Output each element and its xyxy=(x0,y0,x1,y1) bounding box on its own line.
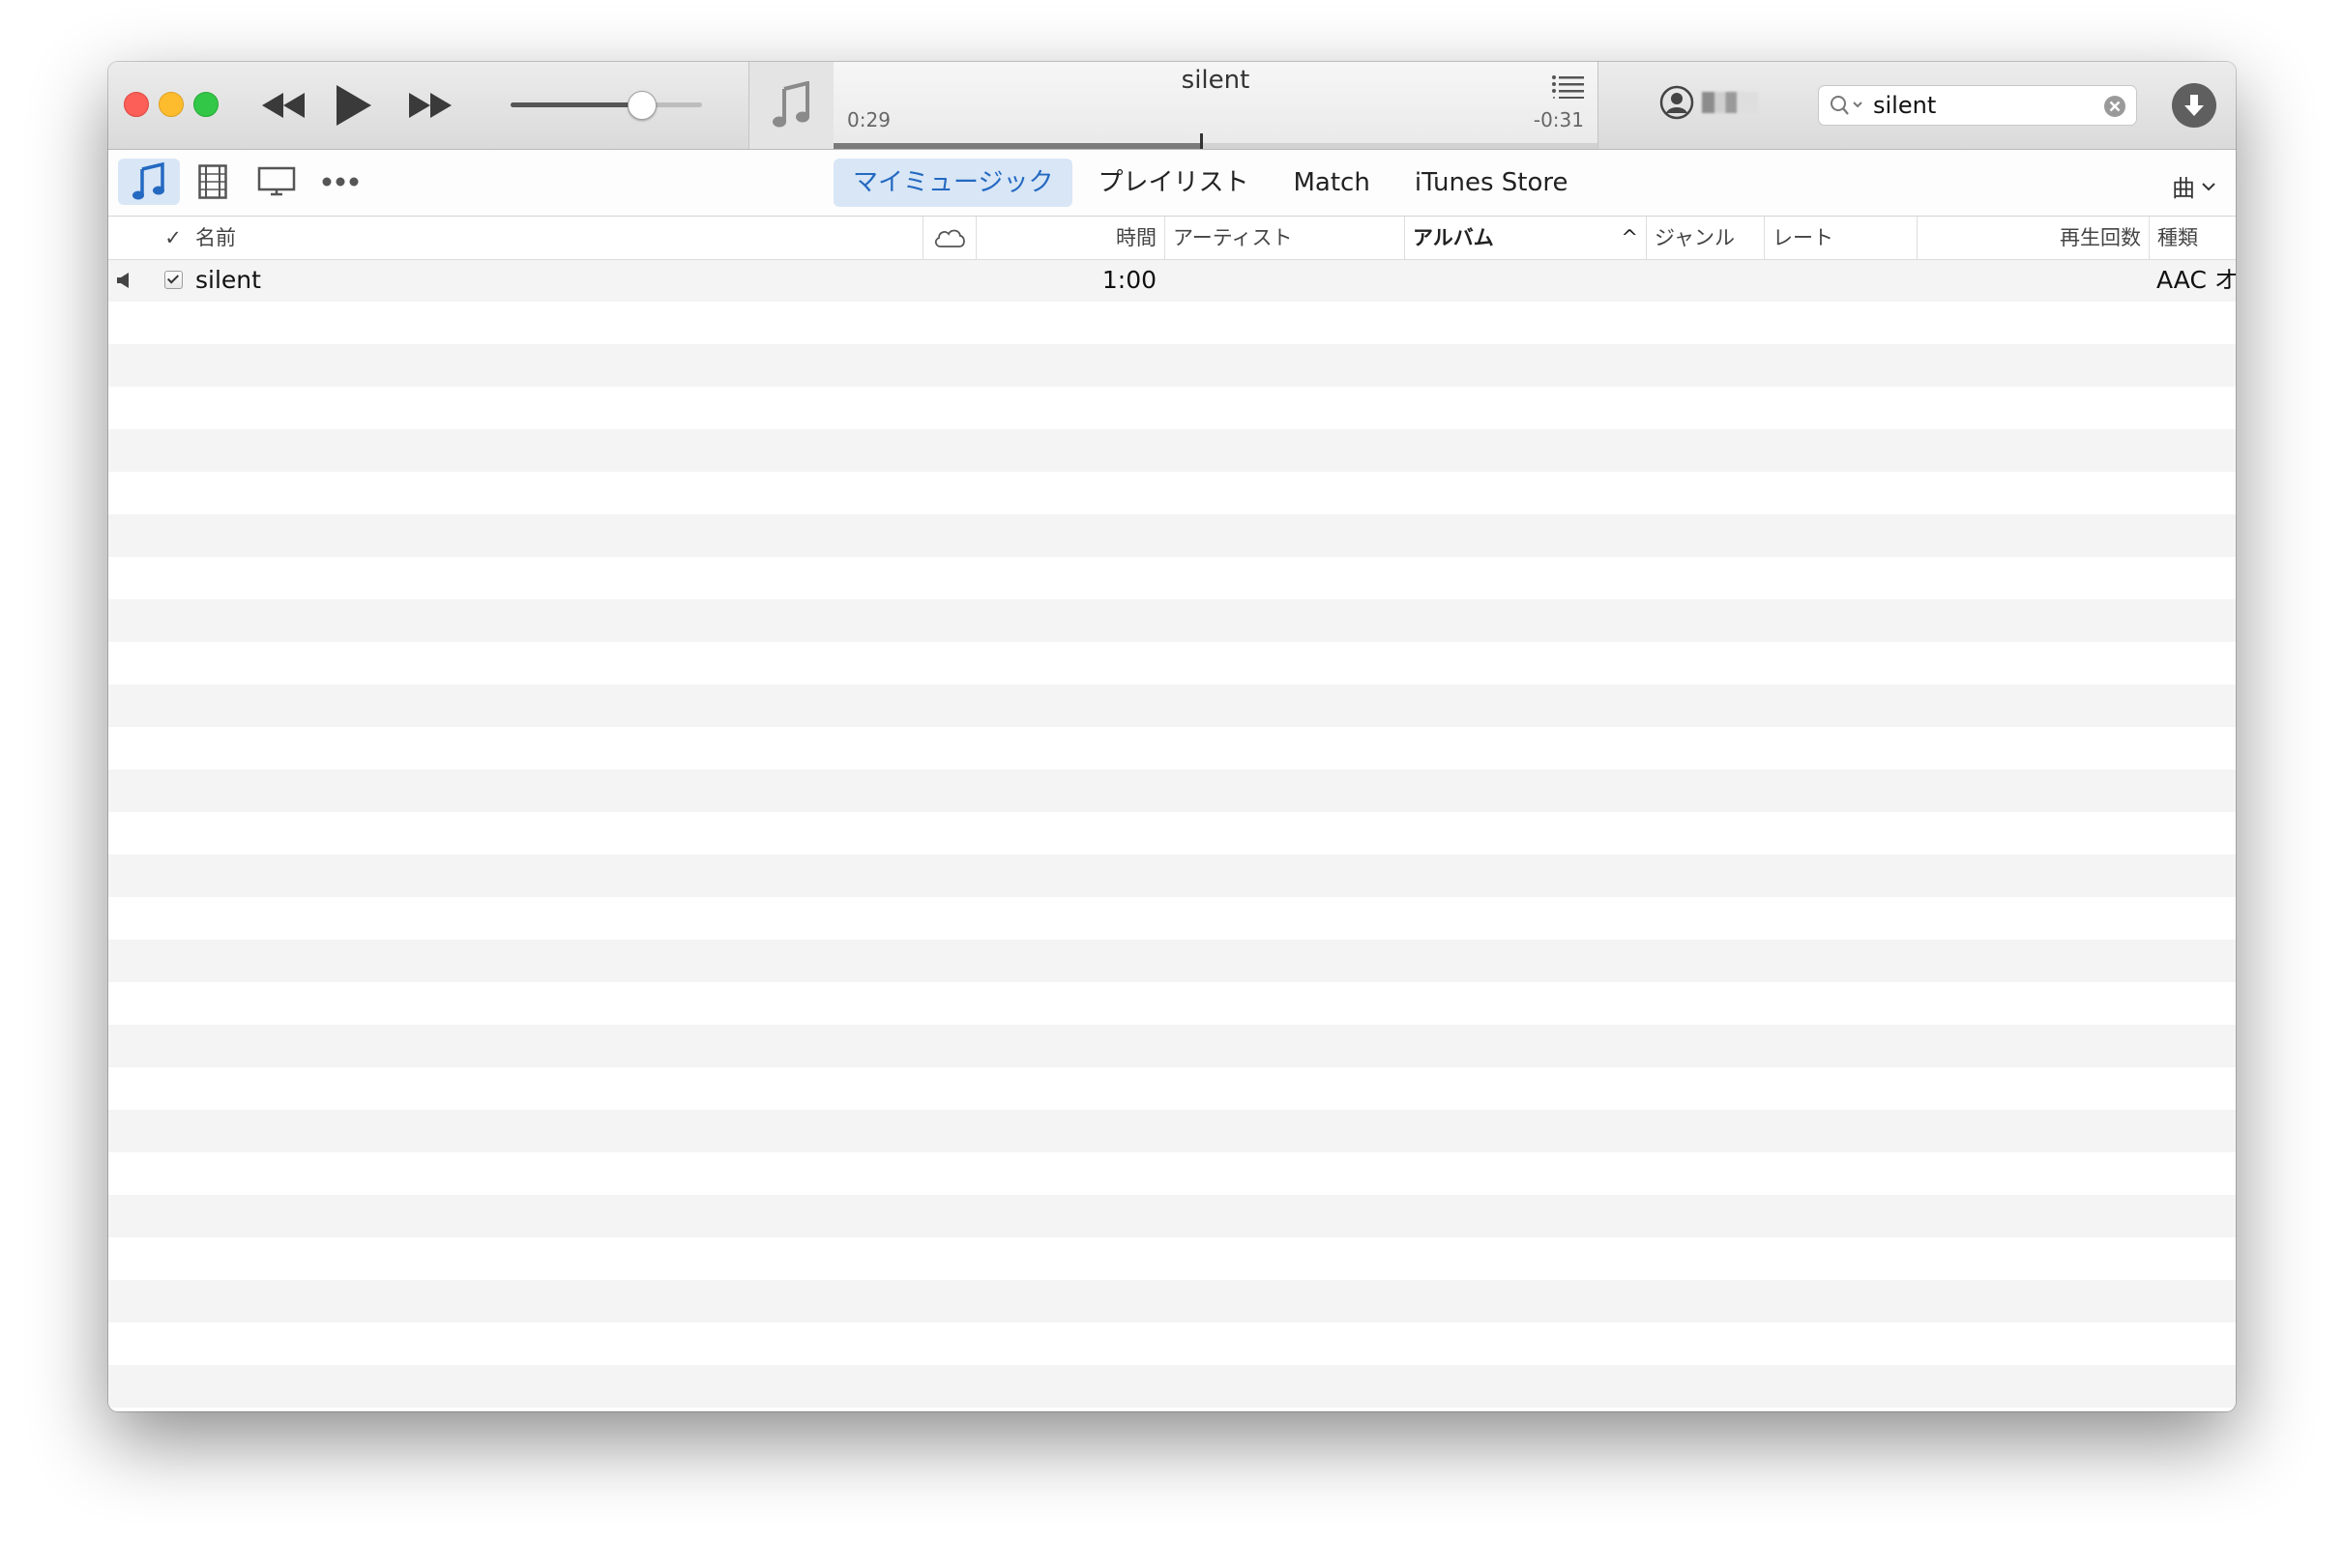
view-options-menu[interactable]: 曲 xyxy=(2172,169,2216,203)
search-input[interactable] xyxy=(1873,91,2086,120)
now-playing-display: silent 0:29 -0:31 xyxy=(834,62,1598,149)
fast-forward-button[interactable] xyxy=(398,81,460,130)
fast-forward-icon xyxy=(409,93,452,118)
speaker-icon xyxy=(117,273,129,288)
download-arrow-icon xyxy=(2184,95,2204,116)
music-note-icon xyxy=(132,162,164,200)
more-dots-icon xyxy=(322,177,359,187)
search-icon[interactable] xyxy=(1829,94,1867,117)
column-header-time[interactable]: 時間 xyxy=(976,217,1164,259)
cell-plays xyxy=(1917,259,2149,302)
up-next-button[interactable] xyxy=(1551,73,1584,102)
library-tabs: マイミュージック プレイリスト Match iTunes Store xyxy=(834,159,1587,207)
row-checkbox[interactable] xyxy=(159,259,188,302)
rewind-icon xyxy=(262,93,305,118)
cell-genre xyxy=(1646,259,1764,302)
tv-shows-media-button[interactable] xyxy=(246,159,308,205)
navigation-bar: マイミュージック プレイリスト Match iTunes Store 曲 xyxy=(108,150,2236,217)
playback-progress-bar[interactable] xyxy=(834,133,1597,149)
music-note-icon xyxy=(773,81,809,128)
table-row[interactable]: silent 1:00 AAC オーディ… xyxy=(108,259,2236,302)
tv-icon xyxy=(257,166,296,196)
column-header-album[interactable]: アルバム ^ xyxy=(1404,217,1646,259)
column-header-icloud[interactable] xyxy=(923,217,976,259)
cloud-icon xyxy=(934,229,965,247)
cell-artist xyxy=(1164,259,1404,302)
more-media-button[interactable] xyxy=(309,159,371,205)
zoom-window-button[interactable] xyxy=(193,92,219,117)
view-options-label: 曲 xyxy=(2172,175,2195,202)
rewind-button[interactable] xyxy=(253,81,315,130)
account-name-blurred xyxy=(1702,92,1758,113)
cell-time: 1:00 xyxy=(1101,266,1157,294)
column-header-plays[interactable]: 再生回数 xyxy=(1917,217,2149,259)
tab-playlists[interactable]: プレイリスト xyxy=(1078,159,1268,207)
remaining-time[interactable]: -0:31 xyxy=(1534,108,1584,131)
column-header-check[interactable]: ✓ xyxy=(159,217,188,259)
clear-search-icon[interactable] xyxy=(2103,95,2126,118)
column-header-kind[interactable]: 種類 xyxy=(2149,217,2236,259)
column-header-artist[interactable]: アーティスト xyxy=(1164,217,1404,259)
volume-slider[interactable] xyxy=(511,102,702,107)
album-artwork[interactable] xyxy=(748,62,835,149)
play-button[interactable] xyxy=(323,81,383,130)
song-list: ✓ 名前 時間 アーティスト アルバム ^ ジャンル レート 再生回数 種類 s… xyxy=(108,217,2236,1411)
cell-rating[interactable] xyxy=(1764,259,1917,302)
chevron-down-icon xyxy=(2202,182,2215,190)
cell-album xyxy=(1404,259,1646,302)
tab-my-music[interactable]: マイミュージック xyxy=(834,159,1073,207)
account-button[interactable] xyxy=(1659,85,1758,120)
column-header-rating[interactable]: レート xyxy=(1764,217,1917,259)
elapsed-time: 0:29 xyxy=(847,108,891,131)
volume-knob[interactable] xyxy=(627,91,657,120)
play-icon xyxy=(337,85,371,126)
search-field[interactable] xyxy=(1818,85,2137,126)
user-icon xyxy=(1659,85,1694,120)
column-header-genre[interactable]: ジャンル xyxy=(1646,217,1764,259)
film-strip-icon xyxy=(198,164,227,199)
list-icon xyxy=(1552,75,1584,99)
tab-itunes-store[interactable]: iTunes Store xyxy=(1395,159,1588,207)
now-playing-title: silent xyxy=(1181,66,1250,95)
cell-name: silent xyxy=(195,266,261,294)
playback-progress-fill xyxy=(834,143,1201,149)
toolbar: silent 0:29 -0:31 xyxy=(108,62,2236,150)
minimize-window-button[interactable] xyxy=(159,92,184,117)
music-media-button[interactable] xyxy=(118,159,180,205)
now-playing-indicator xyxy=(116,259,145,302)
cell-kind: AAC オーディ… xyxy=(2156,266,2236,294)
song-list-header: ✓ 名前 時間 アーティスト アルバム ^ ジャンル レート 再生回数 種類 xyxy=(108,217,2236,260)
downloads-button[interactable] xyxy=(2172,83,2216,128)
tab-match[interactable]: Match xyxy=(1275,159,1390,207)
movies-media-button[interactable] xyxy=(182,159,244,205)
playhead[interactable] xyxy=(1200,133,1204,149)
itunes-window: silent 0:29 -0:31 silent マイミュージック プレイリスト… xyxy=(108,62,2236,1411)
column-header-album-label: アルバム xyxy=(1413,226,1494,249)
checked-checkbox-icon[interactable] xyxy=(163,271,183,289)
sort-ascending-icon: ^ xyxy=(1621,226,1638,249)
close-window-button[interactable] xyxy=(124,92,149,117)
column-header-name[interactable]: 名前 xyxy=(188,217,923,259)
volume-level xyxy=(511,102,641,107)
